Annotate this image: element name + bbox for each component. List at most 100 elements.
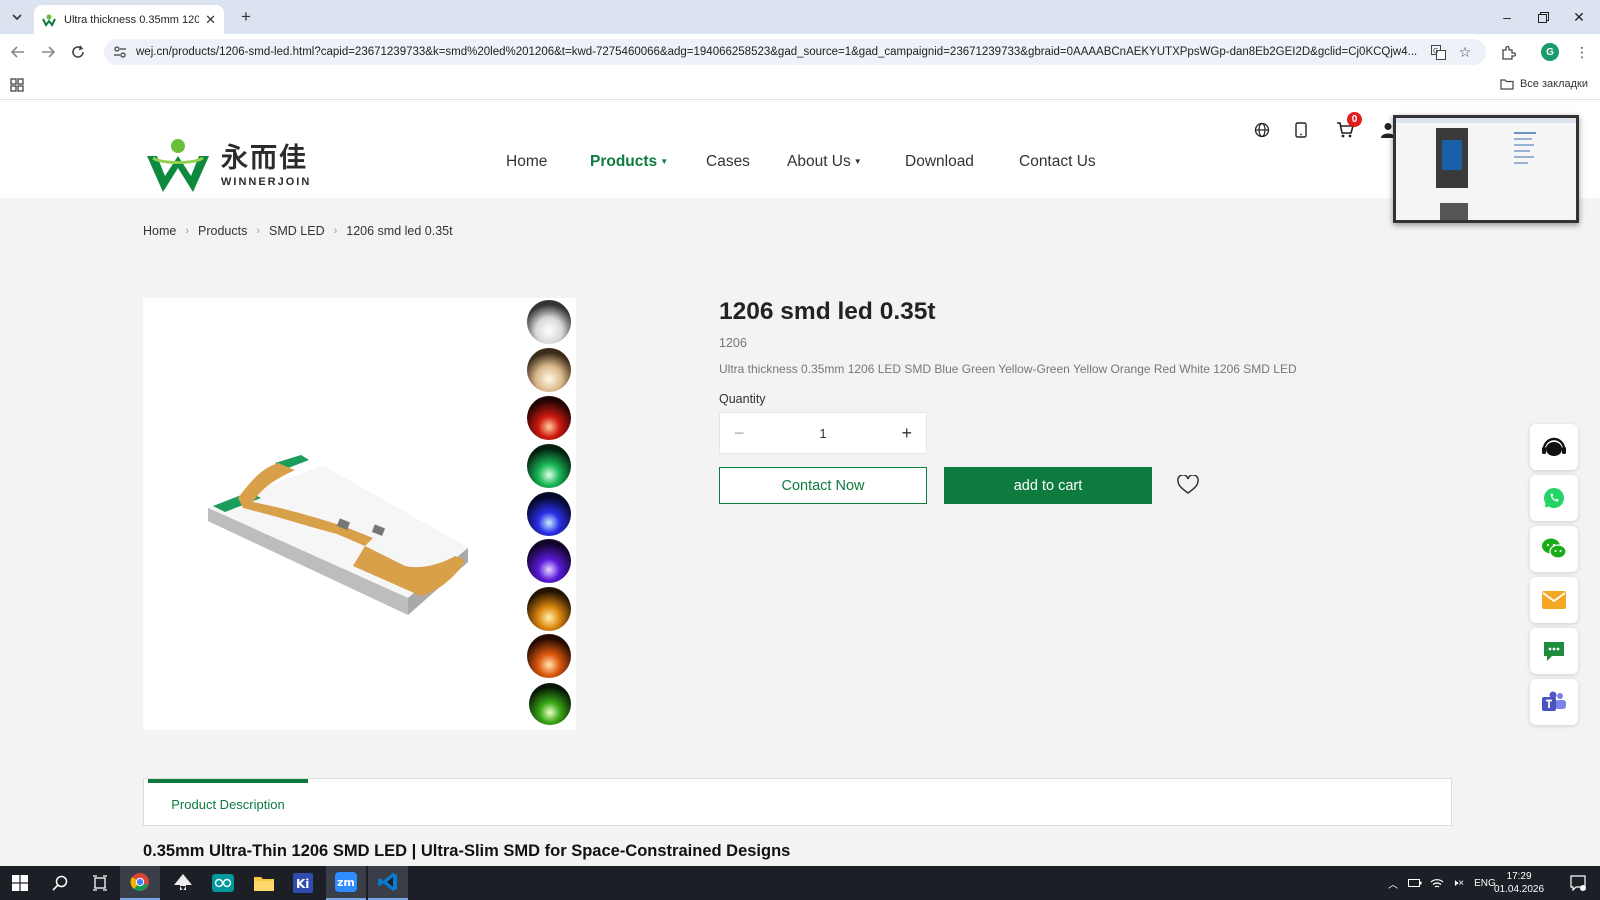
folder-icon — [1500, 79, 1514, 90]
teams-icon — [1542, 691, 1566, 711]
zoom-icon: zm — [335, 872, 357, 892]
close-window-button[interactable]: ✕ — [1560, 0, 1598, 34]
extensions-icon[interactable] — [1498, 42, 1518, 62]
quantity-input[interactable]: 1 — [819, 426, 826, 441]
mobile-icon[interactable] — [1291, 120, 1311, 140]
envelope-icon — [1542, 591, 1566, 609]
task-view-button[interactable] — [80, 866, 120, 900]
window-preview-thumbnail[interactable] — [1393, 115, 1579, 223]
site-favicon-icon — [42, 14, 56, 27]
nav-about[interactable]: About Us ▼ — [787, 153, 862, 171]
translate-icon[interactable]: G — [1428, 42, 1448, 62]
taskbar-clock[interactable]: 17:29 01.04.2026 — [1494, 870, 1544, 896]
browser-toolbar: wej.cn/products/1206-smd-led.html?capid=… — [0, 34, 1600, 70]
more-menu-icon[interactable]: ⋮ — [1572, 42, 1592, 62]
tab-product-description[interactable]: Product Description — [148, 779, 308, 825]
browser-tab-bar: Ultra thickness 0.35mm 1206 sr ✕ + – ✕ — [0, 0, 1600, 34]
site-logo[interactable]: 永而佳 WINNERJOIN — [143, 136, 313, 196]
forward-button[interactable] — [38, 43, 58, 61]
swatch-orange — [527, 587, 571, 631]
quantity-decrease-button[interactable]: − — [734, 423, 745, 444]
nav-download[interactable]: Download — [905, 153, 974, 171]
minimize-button[interactable]: – — [1488, 0, 1526, 34]
nav-contact[interactable]: Contact Us — [1019, 153, 1096, 171]
whatsapp-button[interactable] — [1530, 475, 1578, 521]
nav-cases[interactable]: Cases — [706, 153, 750, 171]
system-tray: ︿ 🕨× ENG — [1388, 866, 1496, 900]
taskbar-vscode[interactable] — [368, 866, 408, 900]
restore-button[interactable] — [1524, 0, 1562, 34]
site-info-icon[interactable] — [112, 44, 128, 60]
product-detail-tabs: Product Description — [143, 778, 1452, 826]
bookmarks-bar: Все закладки — [0, 70, 1600, 100]
winnerjoin-logo-icon — [147, 139, 209, 192]
profile-avatar[interactable]: G — [1541, 43, 1559, 61]
search-icon — [52, 875, 68, 891]
product-image[interactable] — [143, 298, 576, 730]
heart-icon[interactable] — [1177, 475, 1199, 495]
taskbar-search-button[interactable] — [40, 866, 80, 900]
breadcrumb-products[interactable]: Products — [198, 224, 247, 238]
chrome-icon — [130, 873, 149, 891]
url-text: wej.cn/products/1206-smd-led.html?capid=… — [136, 46, 1418, 58]
address-bar[interactable]: wej.cn/products/1206-smd-led.html?capid=… — [104, 39, 1486, 65]
caret-down-icon: ▼ — [853, 157, 862, 167]
reload-button[interactable] — [68, 43, 88, 61]
teams-button[interactable] — [1530, 679, 1578, 725]
quantity-increase-button[interactable]: + — [901, 423, 912, 444]
taskbar-file-explorer[interactable] — [244, 866, 284, 900]
input-language[interactable]: ENG — [1474, 878, 1496, 889]
wechat-button[interactable] — [1530, 526, 1578, 572]
taskbar-kicad[interactable]: Ki — [283, 866, 323, 900]
browser-tab[interactable]: Ultra thickness 0.35mm 1206 sr ✕ — [34, 5, 224, 34]
globe-icon[interactable] — [1252, 120, 1272, 140]
swatch-green — [527, 444, 571, 488]
arrow-left-icon — [11, 46, 24, 58]
wifi-icon[interactable] — [1430, 877, 1444, 889]
product-short-description: Ultra thickness 0.35mm 1206 LED SMD Blue… — [719, 362, 1297, 376]
contact-now-button[interactable]: Contact Now — [719, 467, 927, 504]
tab-search-button[interactable] — [6, 7, 28, 27]
taskbar-app-inkscape[interactable] — [163, 866, 203, 900]
add-to-cart-button[interactable]: add to cart — [944, 467, 1152, 504]
chevron-right-icon: › — [185, 225, 190, 237]
all-bookmarks-button[interactable]: Все закладки — [1500, 78, 1588, 90]
bookmark-star-icon[interactable]: ☆ — [1455, 42, 1475, 62]
breadcrumb-category[interactable]: SMD LED — [269, 224, 325, 238]
windows-logo-icon — [12, 875, 28, 891]
taskbar-zoom[interactable]: zm — [326, 866, 366, 900]
chevron-down-icon — [12, 14, 22, 20]
apps-grid-icon[interactable] — [10, 78, 24, 92]
email-button[interactable] — [1530, 577, 1578, 623]
product-title: 1206 smd led 0.35t — [719, 298, 936, 325]
wechat-icon — [1542, 538, 1567, 559]
battery-icon[interactable] — [1408, 878, 1422, 888]
close-tab-icon[interactable]: ✕ — [205, 12, 216, 28]
chevron-right-icon: › — [333, 225, 338, 237]
volume-muted-icon[interactable]: 🕨× — [1452, 878, 1464, 889]
back-button[interactable] — [8, 43, 28, 61]
notifications-button[interactable] — [1558, 866, 1598, 900]
reload-icon — [72, 45, 84, 58]
nav-home[interactable]: Home — [506, 153, 547, 171]
new-tab-button[interactable]: + — [236, 8, 256, 26]
breadcrumb-home[interactable]: Home — [143, 224, 176, 238]
swatch-amber — [527, 634, 571, 678]
chevron-up-icon[interactable]: ︿ — [1388, 876, 1398, 891]
breadcrumb: Home › Products › SMD LED › 1206 smd led… — [143, 224, 453, 238]
site-header: 永而佳 WINNERJOIN Home Products ▼ Cases Abou… — [0, 100, 1600, 198]
message-button[interactable] — [1530, 628, 1578, 674]
taskbar-chrome[interactable] — [120, 866, 160, 900]
product-led-image — [143, 298, 576, 730]
taskbar-arduino[interactable] — [203, 866, 243, 900]
swatch-yellow-green — [529, 683, 571, 725]
start-button[interactable] — [0, 866, 40, 900]
kicad-icon: Ki — [293, 873, 313, 893]
customer-service-button[interactable] — [1530, 424, 1578, 470]
swatch-white — [527, 300, 571, 344]
chat-bubble-icon — [1544, 642, 1564, 661]
caret-down-icon: ▼ — [660, 157, 669, 167]
description-heading: 0.35mm Ultra-Thin 1206 SMD LED | Ultra-S… — [143, 842, 791, 860]
quantity-stepper: − 1 + — [719, 412, 927, 454]
nav-products[interactable]: Products ▼ — [590, 153, 668, 171]
